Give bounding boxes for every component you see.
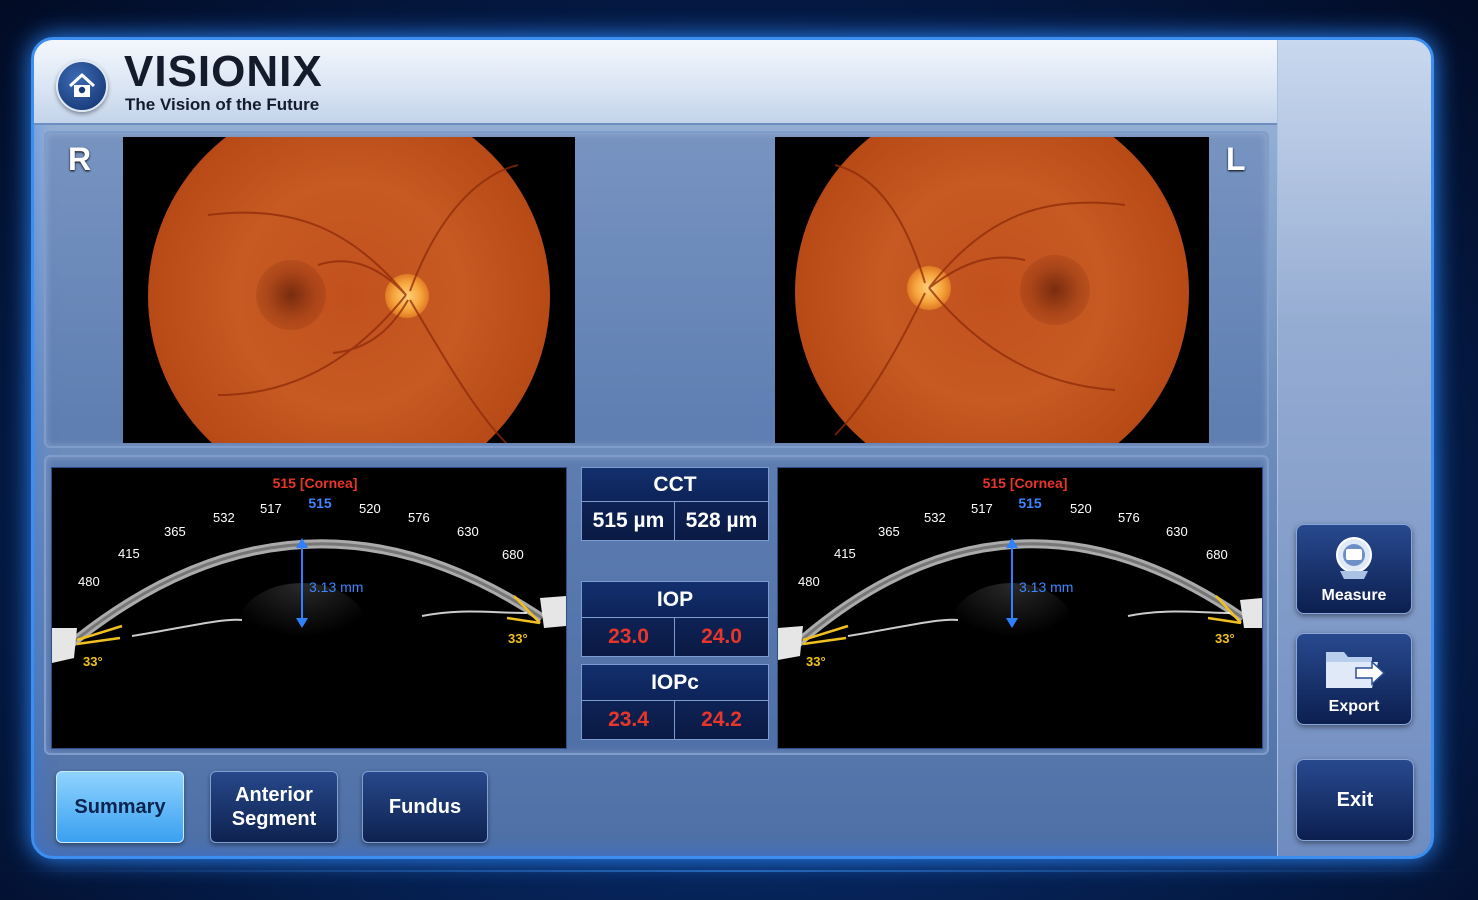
oct-scan-left[interactable]: 515 [Cornea] 515 480 415 365 532 517 520… — [777, 467, 1263, 749]
retinal-vessels — [207, 164, 519, 443]
oct-cornea-left: 515 [Cornea] 515 480 415 365 532 517 520… — [778, 475, 1262, 673]
center-thickness: 515 — [308, 495, 332, 511]
angle-left: 33° — [83, 654, 103, 669]
app-window: VISIONIX The Vision of the Future R L 51… — [31, 37, 1434, 859]
right-eye-label: R — [68, 141, 92, 177]
iopc-left-value: 24.2 — [674, 700, 769, 740]
cornea-label: 515 [Cornea] — [983, 475, 1068, 491]
thickness-value: 365 — [164, 524, 186, 539]
fundus-image-right[interactable] — [123, 137, 575, 443]
tab-anterior-label-2: Segment — [231, 808, 317, 830]
thickness-value: 576 — [408, 510, 430, 525]
cct-left-value: 528 µm — [674, 501, 769, 541]
center-thickness: 515 — [1018, 495, 1042, 511]
measure-icon — [1336, 537, 1372, 579]
thickness-value: 520 — [1070, 501, 1092, 516]
retinal-vessels — [834, 164, 1126, 436]
angle-right: 33° — [1215, 631, 1235, 646]
cornea-label: 515 [Cornea] — [273, 475, 358, 491]
iop-left-value: 24.0 — [674, 617, 769, 657]
iopc-right-value: 23.4 — [581, 700, 676, 740]
export-folder-icon — [1326, 652, 1386, 688]
export-label: Export — [1328, 698, 1380, 715]
thickness-value: 480 — [798, 574, 820, 589]
tab-anterior-label-1: Anterior — [235, 784, 313, 806]
thickness-value: 532 — [213, 510, 235, 525]
tab-anterior-segment[interactable]: Anterior Segment — [210, 771, 338, 843]
measure-button[interactable]: Measure — [1296, 524, 1412, 614]
home-icon — [68, 73, 96, 97]
thickness-value: 630 — [457, 524, 479, 539]
brand-title: VISIONIX — [124, 47, 323, 96]
iop-right-value: 23.0 — [581, 617, 676, 657]
brand-subtitle: The Vision of the Future — [125, 95, 320, 114]
thickness-value: 480 — [78, 574, 100, 589]
thickness-value: 576 — [1118, 510, 1140, 525]
thickness-value: 532 — [924, 510, 946, 525]
thickness-value: 415 — [118, 546, 140, 561]
chamber-depth: 3.13 mm — [1019, 579, 1073, 595]
export-button[interactable]: Export — [1296, 633, 1412, 725]
thickness-value: 365 — [878, 524, 900, 539]
fundus-panel: R L — [44, 131, 1269, 448]
fundus-image-left[interactable] — [775, 137, 1209, 443]
oct-scan-right[interactable]: 515 [Cornea] 515 480 415 365 532 517 520… — [51, 467, 567, 749]
cct-right-value: 515 µm — [581, 501, 676, 541]
tab-fundus[interactable]: Fundus — [362, 771, 488, 843]
tab-summary-label: Summary — [74, 796, 166, 818]
side-panel — [1277, 40, 1431, 856]
thickness-value: 630 — [1166, 524, 1188, 539]
iop-header: IOP — [581, 581, 769, 619]
tab-fundus-label: Fundus — [388, 796, 462, 818]
exit-button[interactable]: Exit — [1296, 759, 1414, 841]
tab-summary[interactable]: Summary — [56, 771, 184, 843]
iopc-header: IOPc — [581, 664, 769, 702]
home-button[interactable] — [56, 60, 108, 112]
thickness-value: 520 — [359, 501, 381, 516]
left-eye-label: L — [1226, 141, 1246, 177]
header-bar: VISIONIX The Vision of the Future — [34, 40, 1277, 125]
chamber-depth: 3.13 mm — [309, 579, 363, 595]
measure-label: Measure — [1321, 587, 1387, 604]
thickness-value: 415 — [834, 546, 856, 561]
thickness-value: 680 — [1206, 547, 1228, 562]
exit-label: Exit — [1336, 788, 1374, 811]
thickness-value: 517 — [260, 501, 282, 516]
anterior-panel: 515 [Cornea] 515 480 415 365 532 517 520… — [44, 455, 1269, 755]
angle-right: 33° — [508, 631, 528, 646]
cct-header: CCT — [581, 467, 769, 503]
thickness-value: 517 — [971, 501, 993, 516]
thickness-value: 680 — [502, 547, 524, 562]
oct-cornea-right: 515 [Cornea] 515 480 415 365 532 517 520… — [52, 475, 566, 673]
angle-left: 33° — [806, 654, 826, 669]
